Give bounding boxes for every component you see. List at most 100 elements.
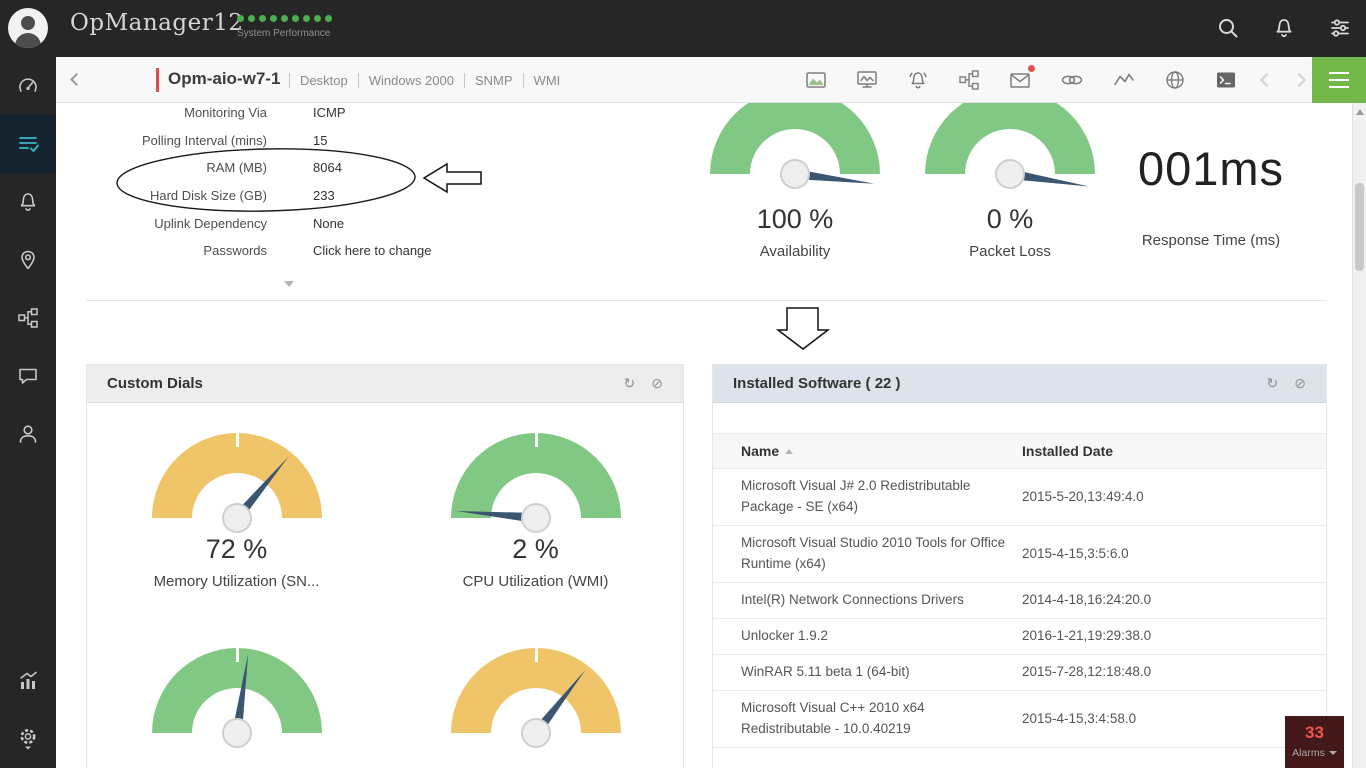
sidebar-item-topology[interactable]: [0, 289, 56, 347]
mail-notification-dot: [1028, 65, 1035, 72]
refresh-icon[interactable]: ↻: [1267, 375, 1279, 392]
column-header-name[interactable]: Name: [741, 443, 1022, 459]
sidebar-item-alarms[interactable]: [0, 173, 56, 231]
status-dot: [314, 15, 321, 22]
status-dots: [237, 15, 332, 22]
globe-icon[interactable]: [1163, 68, 1187, 92]
detail-row: PasswordsClick here to change: [56, 237, 432, 265]
topology-icon: [16, 306, 40, 330]
status-dot: [237, 15, 244, 22]
detail-row: RAM (MB)8064: [56, 154, 432, 182]
sidebar-item-support[interactable]: [0, 347, 56, 405]
detail-row: Polling Interval (mins)15: [56, 127, 432, 155]
settings-sliders-icon[interactable]: [1328, 16, 1352, 40]
column-header-date[interactable]: Installed Date: [1022, 443, 1113, 459]
gauge-hub: [521, 503, 551, 533]
alarm-bell-icon: [16, 190, 40, 214]
section-divider: [86, 300, 1327, 301]
table-row[interactable]: Microsoft Visual C++ 2010 x64 Redistribu…: [713, 691, 1326, 748]
device-alarm-icon[interactable]: [906, 68, 930, 92]
person-icon: [16, 422, 40, 446]
sidebar-item-settings[interactable]: [0, 710, 56, 768]
search-icon[interactable]: [1216, 16, 1240, 40]
gauge-custom-3: [152, 648, 322, 733]
avatar-head-icon: [21, 16, 35, 30]
avatar-body-icon: [15, 33, 41, 48]
sidebar-item-dashboard[interactable]: [0, 57, 56, 115]
speedometer-icon: [16, 74, 40, 98]
line-chart-icon[interactable]: [1112, 68, 1136, 92]
table-row[interactable]: WinRAR 5.11 beta 1 (64-bit)2015-7-28,12:…: [713, 655, 1326, 691]
notifications-icon[interactable]: [1272, 16, 1296, 40]
next-chevron-icon[interactable]: [1292, 73, 1306, 87]
map-pin-icon: [16, 248, 40, 272]
detail-row: Uplink DependencyNone: [56, 209, 432, 237]
scrollbar-thumb[interactable]: [1355, 183, 1364, 271]
sidebar-item-reports[interactable]: [0, 652, 56, 710]
gauge-value: 2 %: [451, 534, 621, 565]
gauge-hub: [222, 718, 252, 748]
status-dot: [325, 15, 332, 22]
mail-icon[interactable]: [1008, 68, 1032, 92]
status-dot: [248, 15, 255, 22]
status-dot: [303, 15, 310, 22]
gauge-hub: [222, 503, 252, 533]
snapshot-image-icon[interactable]: [804, 68, 828, 92]
popout-icon[interactable]: ⊘: [651, 375, 663, 392]
panel-title: Installed Software ( 22 ): [733, 375, 901, 392]
user-avatar[interactable]: [8, 8, 48, 48]
main-content: Monitoring ViaICMP Polling Interval (min…: [56, 103, 1352, 768]
menu-button[interactable]: [1312, 57, 1366, 103]
device-name: Opm-aio-w7-1: [168, 69, 280, 89]
terminal-icon[interactable]: [1214, 68, 1238, 92]
top-header: OpManager12 System Performance: [0, 0, 1366, 57]
header-subtitle: System Performance: [237, 28, 330, 39]
gauge-custom-4: [451, 648, 621, 733]
collapse-caret-icon[interactable]: [284, 281, 294, 287]
detail-row: Monitoring ViaICMP: [56, 103, 432, 127]
table-row[interactable]: Microsoft Visual Studio 2010 Tools for O…: [713, 526, 1326, 583]
gear-icon: [16, 726, 40, 752]
refresh-icon[interactable]: ↻: [624, 375, 636, 392]
table-row[interactable]: Microsoft Visual J# 2.0 Redistributable …: [713, 469, 1326, 526]
workflow-topology-icon[interactable]: [957, 68, 981, 92]
device-bar: Opm-aio-w7-1 Desktop Windows 2000 SNMP W…: [56, 57, 1366, 103]
packet-loss-value: 0 %: [925, 204, 1095, 235]
back-chevron-icon[interactable]: [70, 73, 83, 86]
table-row[interactable]: Unlocker 1.9.22016-1-21,19:29:38.0: [713, 619, 1326, 655]
sidebar-item-inventory[interactable]: [0, 115, 56, 173]
link-icon[interactable]: [1059, 68, 1085, 92]
device-meta: Desktop Windows 2000 SNMP WMI: [289, 73, 570, 88]
popout-icon[interactable]: ⊘: [1294, 375, 1306, 392]
device-accent-bar: [156, 68, 159, 92]
table-header: Name Installed Date: [713, 433, 1326, 469]
gauge-memory-utilization: 72 % Memory Utilization (SN...: [152, 433, 322, 590]
scroll-up-arrow-icon[interactable]: [1356, 109, 1364, 115]
monitor-graph-icon[interactable]: [855, 68, 879, 92]
gauge-label: Memory Utilization (SN...: [152, 573, 322, 590]
device-protocol-snmp: SNMP: [464, 73, 523, 88]
device-type: Desktop: [289, 73, 358, 88]
response-time-value: 001ms: [1091, 141, 1331, 196]
availability-value: 100 %: [710, 204, 880, 235]
alarms-widget[interactable]: 33 Alarms: [1285, 716, 1344, 768]
app-title: OpManager12: [70, 10, 243, 36]
device-os: Windows 2000: [358, 73, 464, 88]
sidebar-item-users[interactable]: [0, 405, 56, 463]
change-password-link[interactable]: Click here to change: [313, 243, 432, 258]
sidebar-item-maps[interactable]: [0, 231, 56, 289]
chevron-down-icon: [1329, 751, 1337, 755]
sort-asc-icon: [785, 449, 793, 454]
table-row[interactable]: Intel(R) Network Connections Drivers2014…: [713, 583, 1326, 619]
gauge-hub: [780, 159, 810, 189]
status-dot: [270, 15, 277, 22]
gauge-value: 72 %: [152, 534, 322, 565]
status-dot: [292, 15, 299, 22]
packet-loss-gauge: 0 % Packet Loss: [925, 103, 1095, 260]
inventory-list-icon: [16, 132, 40, 156]
gauge-cpu-utilization: 2 % CPU Utilization (WMI): [451, 433, 621, 590]
sidebar: [0, 57, 56, 768]
status-dot: [259, 15, 266, 22]
device-protocol-wmi: WMI: [523, 73, 571, 88]
prev-chevron-icon[interactable]: [1260, 73, 1274, 87]
